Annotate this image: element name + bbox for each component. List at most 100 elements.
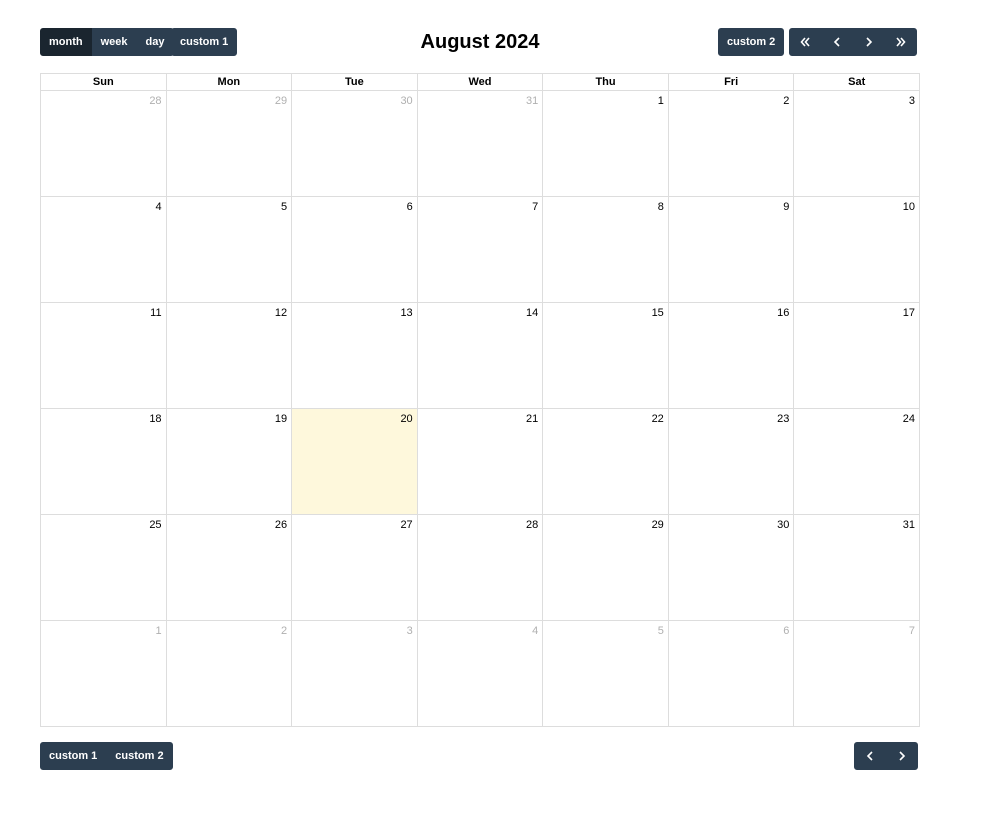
day-number[interactable]: 15 [543,303,668,320]
prev-year-button[interactable] [789,28,821,56]
day-cell[interactable]: 9 [667,196,795,303]
day-number[interactable]: 29 [543,515,668,532]
day-number[interactable]: 3 [794,91,919,108]
day-number[interactable]: 28 [41,91,166,108]
day-cell[interactable]: 6 [291,196,418,303]
day-cell-today[interactable]: 20 [291,408,418,515]
day-number[interactable]: 28 [418,515,543,532]
day-number[interactable]: 14 [418,303,543,320]
day-cell[interactable]: 31 [793,514,920,621]
day-number[interactable]: 20 [292,409,417,426]
next-year-button[interactable] [885,28,917,56]
day-cell[interactable]: 22 [542,408,669,515]
day-cell[interactable]: 30 [667,514,795,621]
day-number[interactable]: 7 [794,621,919,638]
day-cell[interactable]: 18 [40,408,167,515]
week-row: 25 26 27 28 29 30 31 [40,514,920,621]
day-number[interactable]: 6 [292,197,417,214]
day-number[interactable]: 5 [167,197,292,214]
day-cell[interactable]: 15 [542,302,669,409]
day-cell[interactable]: 11 [40,302,167,409]
day-cell-other-month[interactable]: 5 [542,620,669,727]
month-view-button[interactable]: month [40,28,92,56]
day-number[interactable]: 17 [794,303,919,320]
day-number[interactable]: 10 [794,197,919,214]
day-cell-other-month[interactable]: 30 [291,90,418,197]
day-cell[interactable]: 23 [667,408,795,515]
day-number[interactable]: 26 [167,515,292,532]
day-number[interactable]: 1 [543,91,668,108]
custom1-button[interactable]: custom 1 [171,28,238,56]
day-number[interactable]: 27 [292,515,417,532]
day-cell-other-month[interactable]: 31 [416,90,544,197]
week-view-button[interactable]: week [91,28,137,56]
footer-custom1-button[interactable]: custom 1 [40,742,107,770]
day-number[interactable]: 30 [292,91,417,108]
day-cell[interactable]: 25 [40,514,167,621]
day-cell[interactable]: 7 [416,196,544,303]
day-cell[interactable]: 27 [291,514,418,621]
day-number[interactable]: 23 [669,409,794,426]
day-number[interactable]: 5 [543,621,668,638]
day-cell[interactable]: 5 [165,196,293,303]
day-number[interactable]: 12 [167,303,292,320]
day-number[interactable]: 19 [167,409,292,426]
day-cell-other-month[interactable]: 7 [793,620,920,727]
day-number[interactable]: 7 [418,197,543,214]
day-cell-other-month[interactable]: 6 [667,620,795,727]
day-cell[interactable]: 10 [793,196,920,303]
day-number[interactable]: 2 [167,621,292,638]
day-number[interactable]: 1 [41,621,166,638]
day-cell[interactable]: 2 [667,90,795,197]
day-cell[interactable]: 21 [416,408,544,515]
day-cell[interactable]: 14 [416,302,544,409]
day-cell-other-month[interactable]: 1 [40,620,167,727]
day-cell[interactable]: 4 [40,196,167,303]
day-cell-other-month[interactable]: 3 [291,620,418,727]
day-cell[interactable]: 17 [793,302,920,409]
day-number[interactable]: 31 [794,515,919,532]
footer-next-button[interactable] [886,742,918,770]
day-number[interactable]: 16 [669,303,794,320]
day-cell[interactable]: 8 [542,196,669,303]
day-number[interactable]: 30 [669,515,794,532]
footer-custom2-button[interactable]: custom 2 [106,742,173,770]
day-cell[interactable]: 13 [291,302,418,409]
day-number[interactable]: 13 [292,303,417,320]
day-cell[interactable]: 26 [165,514,293,621]
day-number[interactable]: 2 [669,91,794,108]
day-number[interactable]: 11 [41,303,166,320]
day-cell[interactable]: 16 [667,302,795,409]
day-number[interactable]: 29 [167,91,292,108]
day-number[interactable]: 6 [669,621,794,638]
day-cell[interactable]: 28 [416,514,544,621]
day-cell[interactable]: 3 [793,90,920,197]
day-cell[interactable]: 1 [542,90,669,197]
weekday-header: Fri [667,73,795,91]
day-number[interactable]: 4 [418,621,543,638]
day-cell[interactable]: 29 [542,514,669,621]
day-number[interactable]: 4 [41,197,166,214]
day-cell[interactable]: 12 [165,302,293,409]
day-cell-other-month[interactable]: 29 [165,90,293,197]
day-number[interactable]: 18 [41,409,166,426]
footer-prev-button[interactable] [854,742,886,770]
prev-button[interactable] [821,28,853,56]
day-cell-other-month[interactable]: 28 [40,90,167,197]
week-row: 4 5 6 7 8 9 10 [40,196,920,303]
day-view-button[interactable]: day [136,28,174,56]
day-number[interactable]: 8 [543,197,668,214]
custom2-button[interactable]: custom 2 [718,28,785,56]
day-number[interactable]: 31 [418,91,543,108]
day-number[interactable]: 3 [292,621,417,638]
day-number[interactable]: 9 [669,197,794,214]
next-button[interactable] [853,28,885,56]
day-number[interactable]: 24 [794,409,919,426]
day-cell[interactable]: 19 [165,408,293,515]
day-cell-other-month[interactable]: 4 [416,620,544,727]
day-number[interactable]: 22 [543,409,668,426]
day-cell-other-month[interactable]: 2 [165,620,293,727]
day-number[interactable]: 21 [418,409,543,426]
day-cell[interactable]: 24 [793,408,920,515]
day-number[interactable]: 25 [41,515,166,532]
